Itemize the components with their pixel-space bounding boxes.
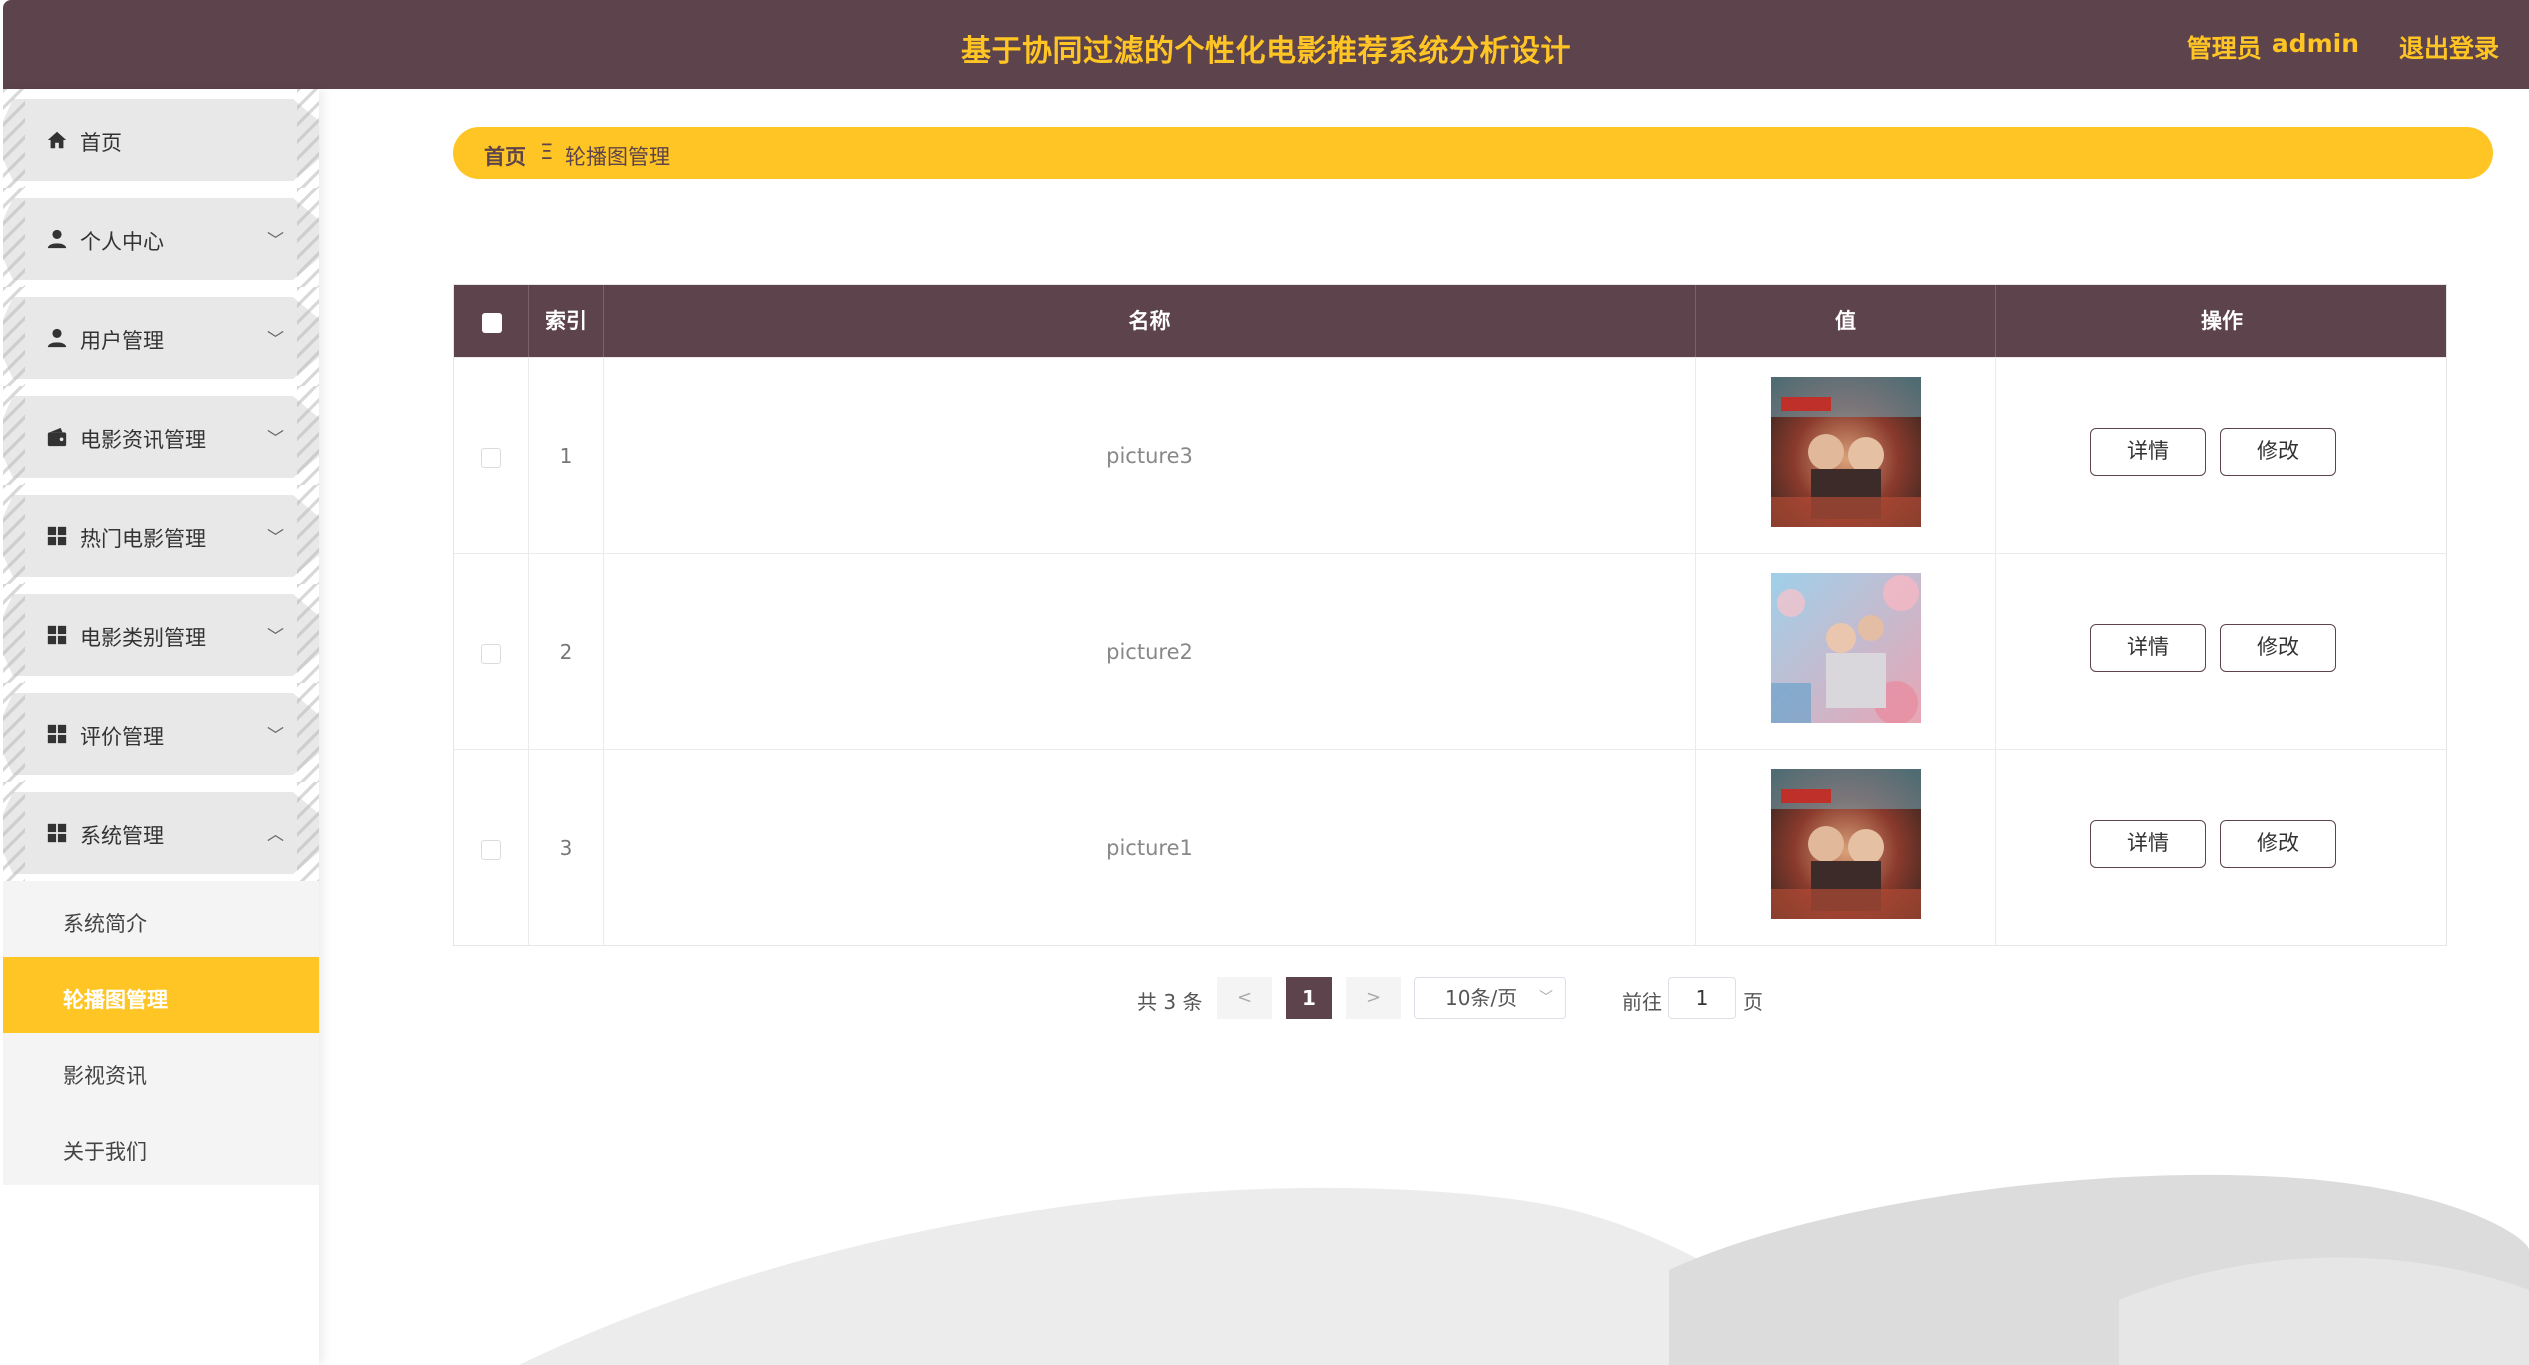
background-hills <box>519 1174 2529 1365</box>
table-row: 3 picture1 详情 修改 <box>454 749 2446 946</box>
breadcrumb-separator: Ξ <box>540 140 554 164</box>
carousel-table: 索引 名称 值 操作 1 picture3 详情 修改 2 picture2 详… <box>453 284 2447 946</box>
chevron-down-icon: ﹀ <box>267 231 284 251</box>
sidebar-item-system-management[interactable]: 系统管理 ︿ <box>3 782 319 881</box>
sidebar-subitem-label: 影视资讯 <box>63 1064 147 1088</box>
admin-role: 管理员 <box>2186 34 2262 63</box>
breadcrumb-home-link[interactable]: 首页 <box>484 141 526 171</box>
select-all-checkbox[interactable] <box>482 313 502 333</box>
user-icon <box>47 328 67 348</box>
movie-poster-image[interactable] <box>1771 573 1921 723</box>
sidebar-subitem-label: 系统简介 <box>63 912 147 936</box>
sidebar-item-label: 电影资讯管理 <box>80 428 206 452</box>
row-name: picture3 <box>1106 444 1193 468</box>
chevron-up-icon: ︿ <box>267 825 284 845</box>
chevron-down-icon: ﹀ <box>267 726 284 746</box>
page-number-button[interactable]: 1 <box>1286 977 1332 1019</box>
home-icon <box>47 131 67 149</box>
admin-info: 管理员 admin <box>2187 29 2359 65</box>
chevron-down-icon: ﹀ <box>267 330 284 350</box>
sidebar-item-label: 系统管理 <box>80 824 164 848</box>
row-checkbox[interactable] <box>481 644 501 664</box>
user-icon <box>47 229 67 249</box>
table-row: 1 picture3 详情 修改 <box>454 357 2446 554</box>
sidebar-item-label: 热门电影管理 <box>80 527 206 551</box>
movie-poster-image[interactable] <box>1771 377 1921 527</box>
breadcrumb-current: 轮播图管理 <box>565 145 670 169</box>
detail-button[interactable]: 详情 <box>2090 820 2206 868</box>
row-index: 3 <box>559 836 573 860</box>
sidebar-subitem-system-intro[interactable]: 系统简介 <box>3 881 319 957</box>
sidebar-item-label: 首页 <box>80 131 122 155</box>
sidebar-item-label: 用户管理 <box>80 329 164 353</box>
prev-page-button[interactable]: < <box>1217 977 1272 1019</box>
pagination-total: 共 3 条 <box>1137 990 1203 1014</box>
grid-icon <box>47 526 67 546</box>
sidebar-subitem-film-news[interactable]: 影视资讯 <box>3 1033 319 1109</box>
edit-button[interactable]: 修改 <box>2220 624 2336 672</box>
grid-icon <box>47 823 67 843</box>
sidebar-item-user-management[interactable]: 用户管理 ﹀ <box>3 287 319 386</box>
table-row: 2 picture2 详情 修改 <box>454 553 2446 750</box>
sidebar-item-movie-category-management[interactable]: 电影类别管理 ﹀ <box>3 584 319 683</box>
page-size-select[interactable]: 10条/页 ﹀ <box>1414 977 1566 1019</box>
logout-button[interactable]: 退出登录 <box>2399 29 2499 65</box>
sidebar-subitem-label: 关于我们 <box>63 1140 147 1164</box>
column-header-name: 名称 <box>604 285 1696 357</box>
grid-icon <box>47 625 67 645</box>
column-header-value: 值 <box>1696 285 1996 357</box>
top-header: 基于协同过滤的个性化电影推荐系统分析设计 管理员 admin 退出登录 <box>3 0 2529 89</box>
chevron-down-icon: ﹀ <box>1539 990 1553 1006</box>
sidebar-item-movie-news-management[interactable]: 电影资讯管理 ﹀ <box>3 386 319 485</box>
pagination: 共 3 条 < 1 > 10条/页 ﹀ 前往 页 <box>0 977 2529 1019</box>
goto-suffix: 页 <box>1743 990 1763 1014</box>
sidebar-item-home[interactable]: 首页 <box>3 89 319 188</box>
chevron-down-icon: ﹀ <box>267 528 284 548</box>
row-checkbox[interactable] <box>481 448 501 468</box>
row-name: picture2 <box>1106 640 1193 664</box>
system-title: 基于协同过滤的个性化电影推荐系统分析设计 <box>961 34 1571 69</box>
admin-name: admin <box>2271 29 2359 58</box>
select-all-header <box>454 285 529 357</box>
column-header-actions: 操作 <box>2201 309 2243 333</box>
sidebar-item-label: 个人中心 <box>80 230 164 254</box>
page-size-value: 10条/页 <box>1445 986 1518 1010</box>
goto-page-input[interactable] <box>1668 977 1736 1019</box>
goto-label: 前往 <box>1622 990 1662 1014</box>
chevron-down-icon: ﹀ <box>267 627 284 647</box>
detail-button[interactable]: 详情 <box>2090 428 2206 476</box>
row-index: 1 <box>559 444 573 468</box>
sidebar-item-hot-movie-management[interactable]: 热门电影管理 ﹀ <box>3 485 319 584</box>
chevron-down-icon: ﹀ <box>267 429 284 449</box>
sidebar-item-personal-center[interactable]: 个人中心 ﹀ <box>3 188 319 287</box>
wallet-icon <box>47 427 67 447</box>
sidebar-item-label: 评价管理 <box>80 725 164 749</box>
row-checkbox[interactable] <box>481 840 501 860</box>
sidebar: 首页 个人中心 ﹀ 用户管理 ﹀ 电影资讯管理 ﹀ 热门电影管理 ﹀ 电影类别管… <box>0 89 319 1365</box>
sidebar-item-review-management[interactable]: 评价管理 ﹀ <box>3 683 319 782</box>
column-header-index: 索引 <box>529 285 604 357</box>
sidebar-subitem-about-us[interactable]: 关于我们 <box>3 1109 319 1185</box>
row-index: 2 <box>559 640 573 664</box>
sidebar-item-label: 电影类别管理 <box>80 626 206 650</box>
movie-poster-image[interactable] <box>1771 769 1921 919</box>
edit-button[interactable]: 修改 <box>2220 428 2336 476</box>
breadcrumb: 首页 Ξ 轮播图管理 <box>453 127 2493 179</box>
table-header: 索引 名称 值 操作 <box>454 285 2446 357</box>
edit-button[interactable]: 修改 <box>2220 820 2336 868</box>
row-name: picture1 <box>1106 836 1193 860</box>
grid-icon <box>47 724 67 744</box>
next-page-button[interactable]: > <box>1346 977 1401 1019</box>
detail-button[interactable]: 详情 <box>2090 624 2206 672</box>
